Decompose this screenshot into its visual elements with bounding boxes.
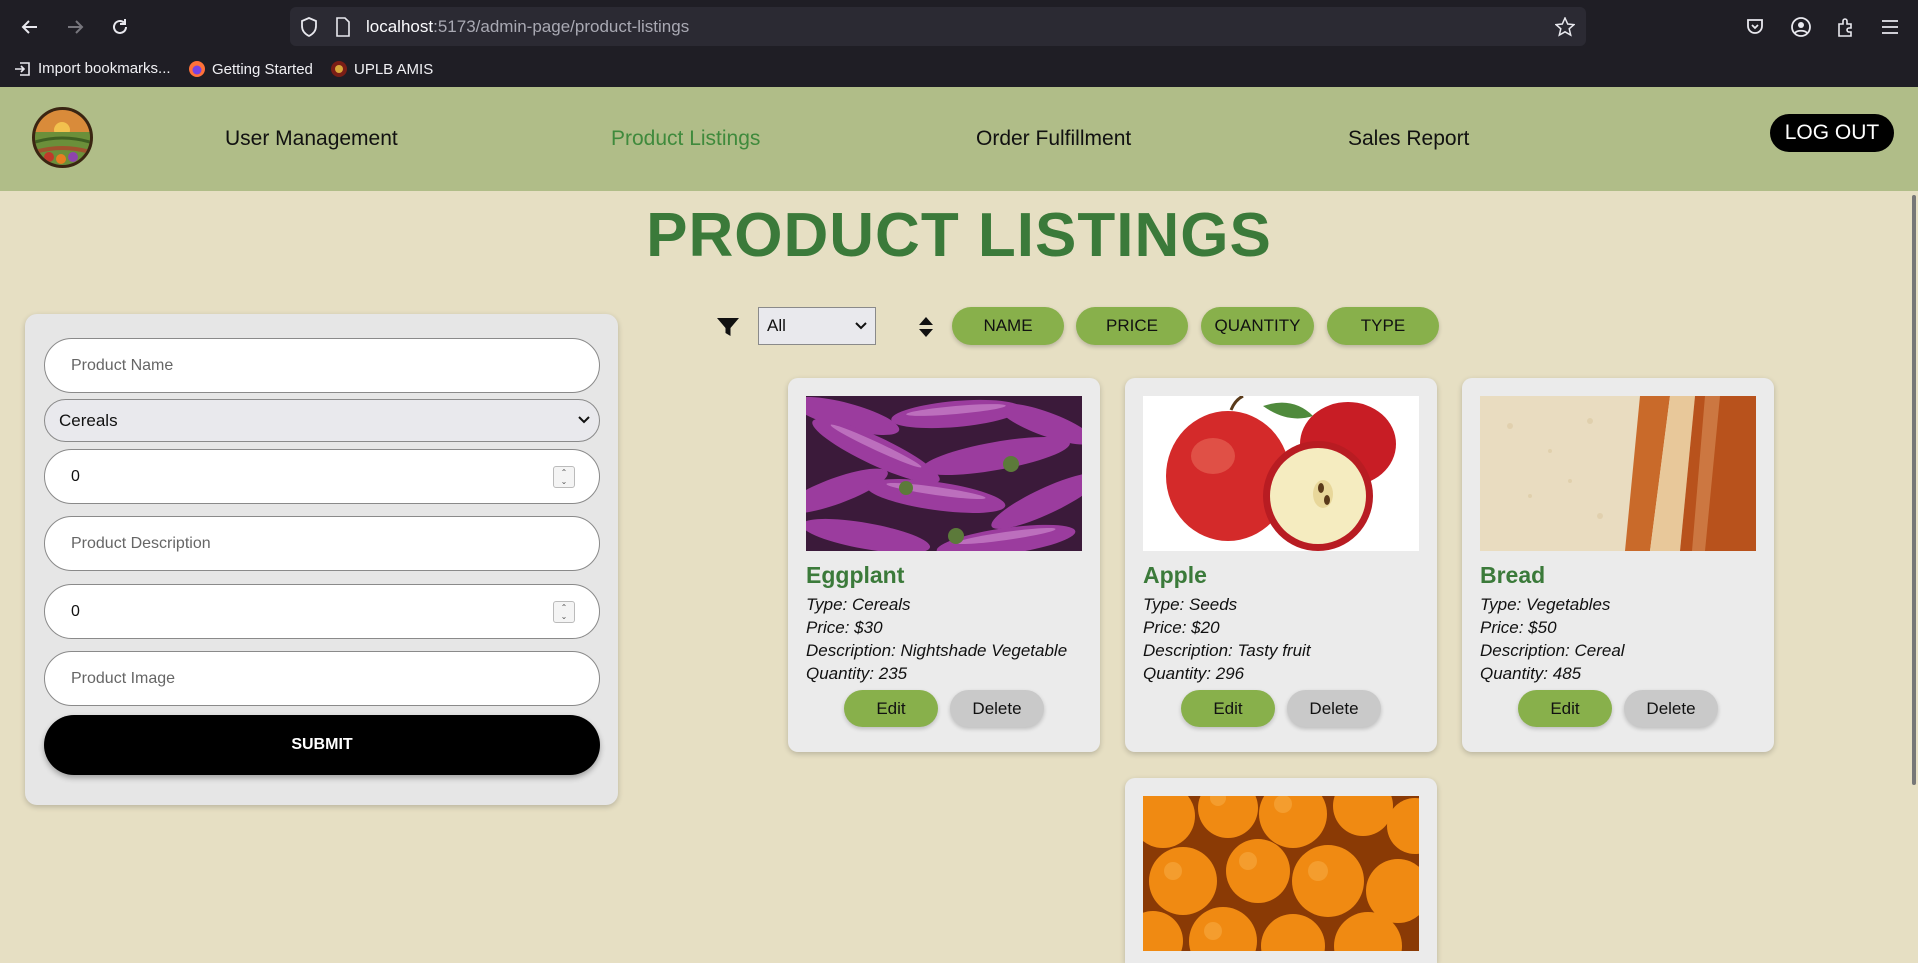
- sort-name-button[interactable]: NAME: [952, 307, 1064, 345]
- extensions-icon[interactable]: [1833, 14, 1859, 40]
- bookmarks-bar: Import bookmarks... Getting Started UPLB…: [0, 54, 1918, 87]
- delete-button[interactable]: Delete: [1624, 690, 1718, 727]
- product-card: [1125, 778, 1437, 963]
- product-price: Price: $30: [806, 618, 883, 637]
- filter-icon[interactable]: [716, 316, 740, 338]
- delete-button[interactable]: Delete: [950, 690, 1044, 727]
- bookmark-getting-started[interactable]: Getting Started: [188, 60, 313, 78]
- back-icon[interactable]: [16, 13, 44, 41]
- type-filter-value: All: [767, 316, 786, 335]
- product-type: Type: Vegetables: [1480, 595, 1611, 614]
- product-name: Bread: [1480, 562, 1546, 588]
- address-bar[interactable]: localhost:5173/admin-page/product-listin…: [290, 7, 1586, 46]
- edit-button[interactable]: Edit: [1518, 690, 1612, 727]
- product-description: Description: Tasty fruit: [1143, 641, 1311, 660]
- sort-type-button[interactable]: TYPE: [1327, 307, 1439, 345]
- eggplant-image: [806, 396, 1082, 551]
- nav-product-listings[interactable]: Product Listings: [611, 127, 760, 151]
- product-description: Description: Cereal: [1480, 641, 1625, 660]
- product-quantity: Quantity: 485: [1480, 664, 1582, 683]
- quantity-value: 0: [71, 602, 80, 620]
- product-name: Apple: [1143, 562, 1207, 588]
- sort-quantity-button[interactable]: QUANTITY: [1201, 307, 1314, 345]
- chevron-down-icon: [578, 416, 590, 424]
- nav-user-management[interactable]: User Management: [225, 127, 398, 151]
- product-card: Bread Type: Vegetables Price: $50 Descri…: [1462, 378, 1774, 752]
- product-type: Type: Seeds: [1143, 595, 1238, 614]
- account-icon[interactable]: [1788, 14, 1814, 40]
- browser-toolbar: localhost:5173/admin-page/product-listin…: [0, 0, 1918, 54]
- product-type: Type: Cereals: [806, 595, 911, 614]
- nav-order-fulfillment[interactable]: Order Fulfillment: [976, 127, 1131, 151]
- page-title: PRODUCT LISTINGS: [646, 201, 1272, 270]
- menu-icon[interactable]: [1877, 14, 1903, 40]
- import-icon: [15, 61, 30, 76]
- product-description: Description: Nightshade Vegetable: [806, 641, 1068, 660]
- quantity-stepper-icon[interactable]: ⌃ ⌄: [553, 601, 575, 623]
- shield-icon[interactable]: [298, 16, 320, 38]
- browser-chrome: localhost:5173/admin-page/product-listin…: [0, 0, 1918, 87]
- bookmark-label: UPLB AMIS: [354, 60, 434, 78]
- bookmark-import[interactable]: Import bookmarks...: [14, 60, 171, 77]
- apple-image: [1143, 396, 1419, 551]
- product-type-value: Cereals: [59, 410, 118, 430]
- page-icon[interactable]: [332, 16, 354, 38]
- bookmark-label: Getting Started: [212, 60, 313, 78]
- price-value: 0: [71, 467, 80, 485]
- product-card: Eggplant Type: Cereals Price: $30 Descri…: [788, 378, 1100, 752]
- product-quantity-input[interactable]: 0 ⌃ ⌄: [44, 584, 600, 639]
- sort-price-button[interactable]: PRICE: [1076, 307, 1188, 345]
- product-image-input[interactable]: Product Image: [44, 651, 600, 706]
- edit-button[interactable]: Edit: [844, 690, 938, 727]
- edit-button[interactable]: Edit: [1181, 690, 1275, 727]
- product-price: Price: $50: [1480, 618, 1557, 637]
- add-product-form: Product Name Cereals 0 ⌃ ⌄ Product Descri…: [25, 314, 618, 805]
- bookmark-uplb-amis[interactable]: UPLB AMIS: [330, 60, 433, 78]
- farm-logo[interactable]: [32, 107, 93, 168]
- product-card: Apple Type: Seeds Price: $20 Description…: [1125, 378, 1437, 752]
- logout-button[interactable]: LOG OUT: [1770, 114, 1894, 152]
- url-text: localhost:5173/admin-page/product-listin…: [366, 17, 690, 36]
- sort-icon[interactable]: [918, 316, 934, 338]
- product-name: Eggplant: [806, 562, 905, 588]
- type-filter-select[interactable]: All: [758, 307, 876, 345]
- orange-image: [1143, 796, 1419, 951]
- nav-sales-report[interactable]: Sales Report: [1348, 127, 1469, 151]
- product-quantity: Quantity: 235: [806, 664, 908, 683]
- price-stepper-icon[interactable]: ⌃ ⌄: [553, 466, 575, 488]
- uplb-seal-icon: [331, 61, 347, 77]
- product-quantity: Quantity: 296: [1143, 664, 1245, 683]
- chevron-down-icon: [855, 322, 867, 330]
- page-scrollbar[interactable]: [1912, 195, 1916, 785]
- forward-icon[interactable]: [61, 13, 89, 41]
- submit-button[interactable]: SUBMIT: [44, 715, 600, 775]
- app-header: User Management Product Listings Order F…: [0, 87, 1918, 191]
- bread-image: [1480, 396, 1756, 551]
- pocket-icon[interactable]: [1742, 14, 1768, 40]
- product-price-input[interactable]: 0 ⌃ ⌄: [44, 449, 600, 504]
- star-icon[interactable]: [1554, 16, 1576, 38]
- product-type-select[interactable]: Cereals: [44, 399, 600, 442]
- product-name-input[interactable]: Product Name: [44, 338, 600, 393]
- delete-button[interactable]: Delete: [1287, 690, 1381, 727]
- reload-icon[interactable]: [106, 13, 134, 41]
- product-price: Price: $20: [1143, 618, 1220, 637]
- bookmark-label: Import bookmarks...: [38, 60, 171, 77]
- product-description-input[interactable]: Product Description: [44, 516, 600, 571]
- firefox-icon: [189, 61, 205, 77]
